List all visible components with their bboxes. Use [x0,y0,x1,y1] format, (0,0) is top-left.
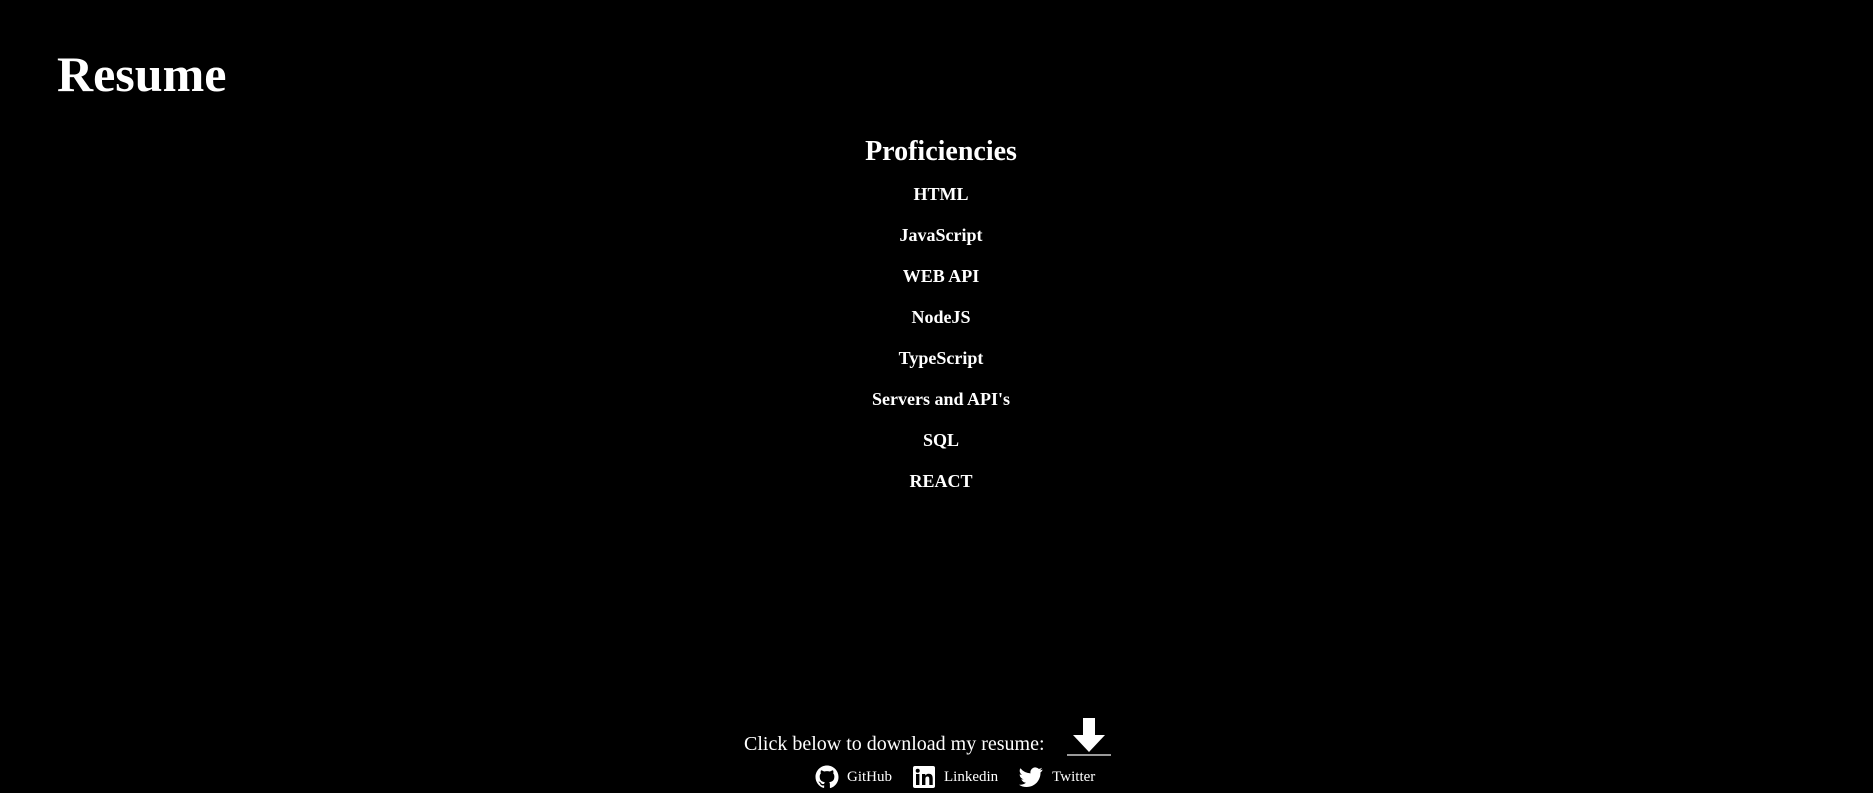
download-text: Click below to download my resume: [744,733,1045,755]
download-arrow-icon [1066,718,1111,756]
social-links: GitHub Linkedin Twitter [815,765,1115,789]
github-label: GitHub [847,768,892,785]
resume-page: Resume Proficiencies HTML JavaScript WEB… [0,0,1873,793]
twitter-link[interactable]: Twitter [1018,765,1095,789]
section-title: Proficiencies [865,136,1017,167]
skill-list: HTML JavaScript WEB API NodeJS TypeScrip… [0,182,1873,493]
skill-item: TypeScript [898,348,984,368]
github-icon [815,765,839,789]
github-link[interactable]: GitHub [815,765,892,789]
skill-item: REACT [909,471,973,491]
skill-item: JavaScript [899,225,983,245]
linkedin-link[interactable]: Linkedin [912,765,998,789]
skill-item: WEB API [902,266,980,286]
skill-item: Servers and API's [871,389,1010,409]
skill-item: NodeJS [911,307,971,327]
twitter-label: Twitter [1052,768,1096,785]
skill-item: SQL [922,430,960,450]
download-row: Click below to download my resume: [744,718,1113,758]
skill-item: HTML [913,184,969,204]
linkedin-label: Linkedin [944,768,999,785]
proficiencies-section: Proficiencies HTML JavaScript WEB API No… [0,134,1873,510]
linkedin-icon [913,766,935,788]
download-resume-button[interactable] [1065,718,1113,758]
twitter-icon [1019,767,1043,787]
page-title: Resume [57,46,227,102]
